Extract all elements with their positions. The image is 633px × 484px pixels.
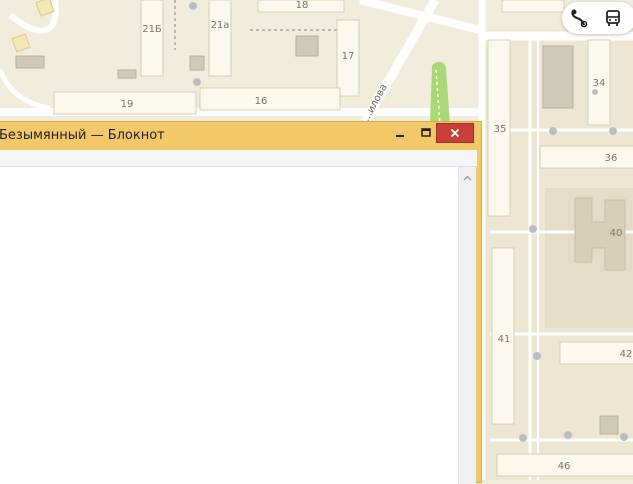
transit-button[interactable] bbox=[600, 5, 626, 31]
building-label-46: 46 bbox=[558, 461, 571, 472]
scroll-up-button[interactable] bbox=[459, 171, 476, 185]
building-label-42: 42 bbox=[620, 349, 633, 360]
minimize-button[interactable] bbox=[387, 123, 413, 143]
building-label-17: 17 bbox=[342, 51, 355, 62]
building-label-21b: 21Б bbox=[142, 24, 162, 35]
window-title: Безымянный — Блокнот bbox=[0, 128, 165, 143]
notepad-window[interactable]: Безымянный — Блокнот bbox=[0, 121, 482, 484]
building-label-34: 34 bbox=[593, 78, 606, 89]
minimize-icon bbox=[396, 135, 404, 137]
building-label-36: 36 bbox=[605, 153, 618, 164]
building-label-35: 35 bbox=[494, 124, 507, 135]
bus-icon bbox=[606, 10, 620, 26]
maximize-icon bbox=[421, 128, 431, 137]
chevron-up-icon bbox=[463, 175, 472, 181]
menu-bar bbox=[0, 150, 477, 167]
building-label-21a: 21а bbox=[211, 20, 230, 31]
building-36 bbox=[539, 145, 633, 169]
building-label-41: 41 bbox=[498, 334, 511, 345]
route-icon bbox=[571, 9, 588, 28]
building-label-19: 19 bbox=[121, 99, 134, 110]
building-21a bbox=[208, 0, 232, 77]
close-icon bbox=[450, 128, 460, 138]
vertical-scrollbar[interactable] bbox=[458, 167, 476, 484]
building-label-40: 40 bbox=[610, 228, 623, 239]
title-bar[interactable]: Безымянный — Блокнот bbox=[0, 122, 481, 150]
map-controls bbox=[562, 2, 633, 34]
close-button[interactable] bbox=[436, 123, 474, 143]
building-label-16: 16 bbox=[255, 96, 268, 107]
building-top bbox=[501, 0, 565, 13]
building-21b bbox=[140, 0, 164, 77]
building-16 bbox=[199, 87, 341, 111]
text-editor-area[interactable] bbox=[0, 167, 458, 484]
route-button[interactable] bbox=[566, 5, 592, 31]
building-label-18: 18 bbox=[296, 0, 309, 11]
